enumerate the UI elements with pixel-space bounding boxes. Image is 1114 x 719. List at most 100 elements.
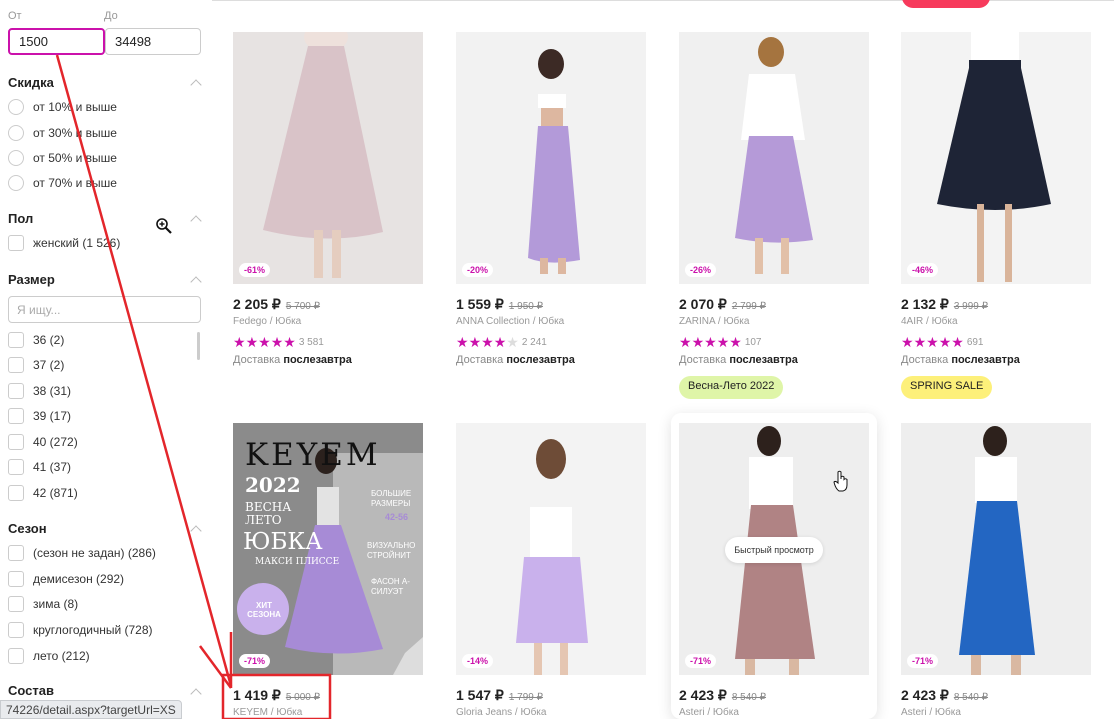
checkbox[interactable] (8, 434, 24, 450)
option-label: 36 (2) (33, 333, 65, 347)
discount-filter-title[interactable]: Скидка (8, 75, 54, 90)
size-option[interactable]: 39 (17) (8, 407, 71, 425)
brand-name[interactable]: Asteri / Юбка (679, 707, 739, 718)
size-option[interactable]: 41 (37) (8, 458, 71, 476)
season-option[interactable]: круглогодичный (728) (8, 621, 153, 639)
size-option[interactable]: 40 (272) (8, 433, 78, 451)
delivery-prefix: Доставка (456, 354, 504, 366)
delivery-info: Доставка послезавтра (679, 354, 798, 366)
discount-option[interactable]: от 30% и выше (8, 124, 117, 142)
review-count: 691 (966, 337, 984, 348)
radio-button[interactable] (8, 99, 24, 115)
checkbox[interactable] (8, 459, 24, 475)
checkbox[interactable] (8, 545, 24, 561)
price-row: 1 547 ₽ 1 799 ₽ (456, 687, 543, 705)
chevron-up-icon[interactable] (190, 525, 202, 537)
review-count: 2 241 (521, 337, 547, 348)
old-price: 8 540 ₽ (953, 692, 989, 703)
checkbox[interactable] (8, 383, 24, 399)
product-image[interactable]: Быстрый просмотр -71% (679, 423, 869, 675)
option-label: 37 (2) (33, 358, 65, 372)
delivery-day: послезавтра (506, 354, 575, 366)
product-image[interactable]: -61% (233, 32, 423, 284)
season-option[interactable]: зима (8) (8, 595, 78, 613)
review-count: 107 (744, 337, 762, 348)
review-count: 3 581 (298, 337, 324, 348)
price-row: 1 419 ₽ 5 000 ₽ (233, 687, 320, 705)
option-label: от 70% и выше (33, 176, 117, 190)
product-image[interactable]: -46% (901, 32, 1091, 284)
chevron-up-icon[interactable] (190, 276, 202, 288)
chevron-up-icon[interactable] (190, 215, 202, 227)
filters-sidebar: От До Скидка от 10% и выше от 30% и выше… (0, 0, 212, 719)
checkbox[interactable] (8, 235, 24, 251)
product-photo (456, 32, 646, 284)
chevron-up-icon[interactable] (190, 79, 202, 91)
discount-option[interactable]: от 70% и выше (8, 174, 117, 192)
promo-button[interactable] (902, 0, 990, 8)
brand-name[interactable]: ZARINA / Юбка (679, 316, 749, 327)
delivery-day: послезавтра (951, 354, 1020, 366)
brand-name[interactable]: KEYEM / Юбка (233, 707, 302, 718)
checkbox[interactable] (8, 648, 24, 664)
size-search-input[interactable] (8, 296, 201, 323)
season-option[interactable]: лето (212) (8, 647, 90, 665)
price-row: 1 559 ₽ 1 950 ₽ (456, 296, 543, 314)
checkbox[interactable] (8, 485, 24, 501)
season-option[interactable]: демисезон (292) (8, 570, 124, 588)
size-option[interactable]: 37 (2) (8, 356, 64, 374)
brand-name[interactable]: ANNA Collection / Юбка (456, 316, 564, 327)
price-to-input[interactable] (105, 28, 201, 55)
price-row: 2 070 ₽ 2 799 ₽ (679, 296, 766, 314)
brand-name[interactable]: Fedego / Юбка (233, 316, 301, 327)
product-image[interactable]: KEYEM 2022 ВЕСНА ЛЕТО ЮБКА МАКСИ ПЛИССЕ … (233, 423, 423, 675)
chevron-up-icon[interactable] (190, 688, 202, 700)
checkbox[interactable] (8, 332, 24, 348)
checkbox[interactable] (8, 596, 24, 612)
radio-button[interactable] (8, 150, 24, 166)
brand-name[interactable]: Asteri / Юбка (901, 707, 961, 718)
brand-name[interactable]: 4AIR / Юбка (901, 316, 958, 327)
old-price: 2 799 ₽ (731, 301, 767, 312)
delivery-prefix: Доставка (901, 354, 949, 366)
season-filter-title[interactable]: Сезон (8, 521, 47, 536)
size-list-scrollbar[interactable] (197, 332, 200, 360)
price: 2 423 ₽ (901, 687, 949, 703)
gender-filter-title[interactable]: Пол (8, 211, 33, 226)
size-option[interactable]: 36 (2) (8, 331, 64, 349)
discount-option[interactable]: от 50% и выше (8, 149, 117, 167)
checkbox[interactable] (8, 357, 24, 373)
option-label: демисезон (292) (33, 572, 125, 586)
product-image[interactable]: -20% (456, 32, 646, 284)
poster-sizes: 42-56 (385, 512, 409, 522)
season-option[interactable]: (сезон не задан) (286) (8, 544, 156, 562)
old-price: 8 540 ₽ (731, 692, 767, 703)
poster-title: ЮБКА (243, 529, 323, 555)
old-price: 1 950 ₽ (508, 301, 544, 312)
discount-option[interactable]: от 10% и выше (8, 98, 117, 116)
size-option[interactable]: 38 (31) (8, 382, 71, 400)
checkbox[interactable] (8, 571, 24, 587)
rating: ★★★★★ 691 (901, 334, 984, 351)
price-from-label: От (8, 10, 22, 22)
promo-badge[interactable]: SPRING SALE (901, 376, 993, 399)
product-image[interactable]: -71% (901, 423, 1091, 675)
poster-hit: ХИТ СЕЗОНА (247, 601, 281, 619)
radio-button[interactable] (8, 175, 24, 191)
product-image[interactable]: -14% (456, 423, 646, 675)
radio-button[interactable] (8, 125, 24, 141)
composition-filter-title[interactable]: Состав (8, 683, 54, 698)
promo-badge[interactable]: Весна-Лето 2022 (679, 376, 784, 399)
poster-sizes-label: БОЛЬШИЕ РАЗМЕРЫ (371, 489, 412, 508)
product-image[interactable]: -26% (679, 32, 869, 284)
price-from-input[interactable] (8, 28, 105, 55)
size-option[interactable]: 42 (871) (8, 484, 78, 502)
delivery-info: Доставка послезавтра (901, 354, 1020, 366)
checkbox[interactable] (8, 408, 24, 424)
quick-view-button[interactable]: Быстрый просмотр (725, 537, 823, 563)
brand-name[interactable]: Gloria Jeans / Юбка (456, 707, 546, 718)
size-filter-title[interactable]: Размер (8, 272, 55, 287)
gender-option[interactable]: женский (1 526) (8, 234, 120, 252)
checkbox[interactable] (8, 622, 24, 638)
price-row: 2 132 ₽ 3 999 ₽ (901, 296, 988, 314)
